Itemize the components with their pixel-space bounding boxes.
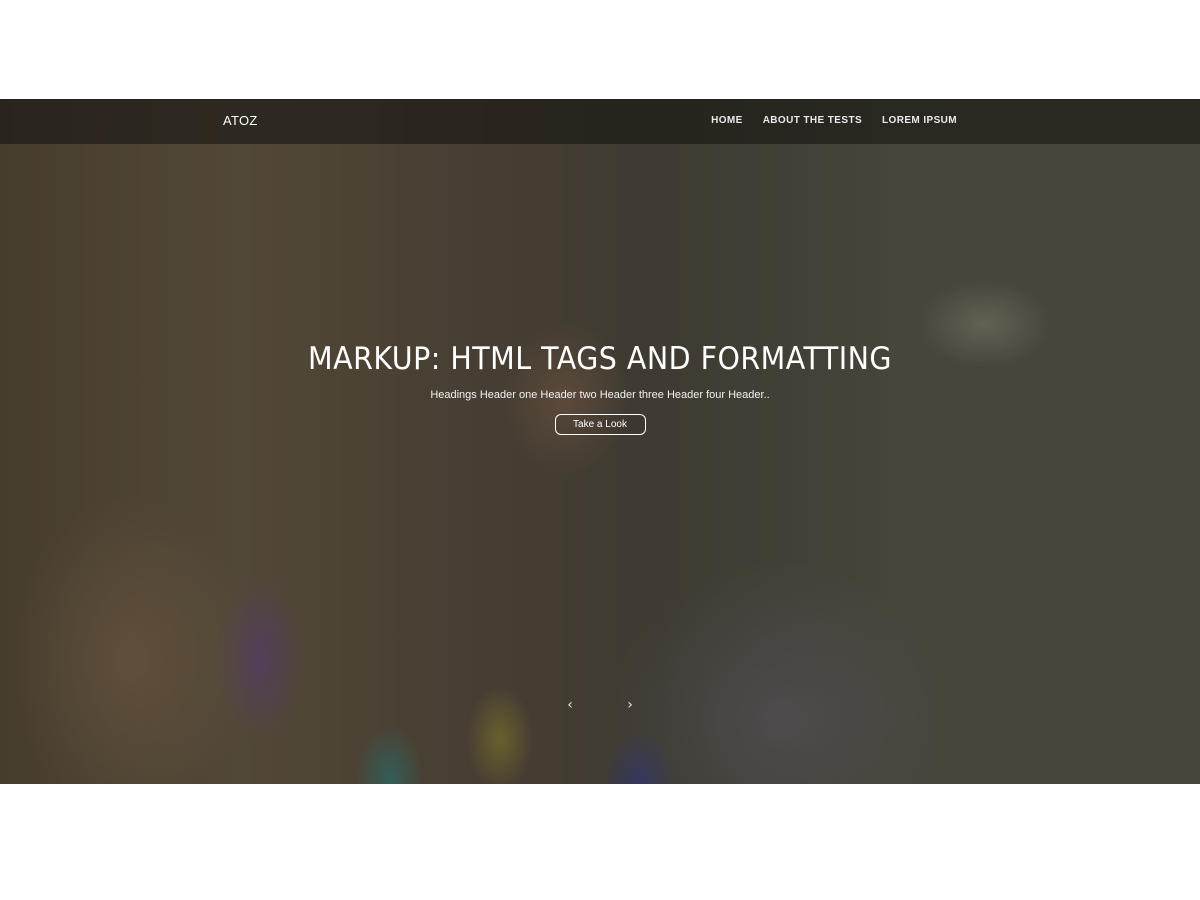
top-navbar: ATOZ HOME ABOUT THE TESTS LOREM IPSUM [0, 99, 1200, 144]
site-brand-link[interactable]: ATOZ [223, 113, 258, 128]
nav-link-home[interactable]: HOME [711, 115, 743, 126]
take-a-look-button[interactable]: Take a Look [554, 414, 646, 435]
nav-link-lorem-ipsum[interactable]: LOREM IPSUM [882, 115, 957, 126]
hero-slider: ATOZ HOME ABOUT THE TESTS LOREM IPSUM MA… [0, 99, 1200, 784]
slide-title[interactable]: MARKUP: HTML TAGS AND FORMATTING [48, 340, 1152, 378]
chevron-right-icon[interactable]: › [622, 697, 638, 713]
slide-excerpt: Headings Header one Header two Header th… [430, 389, 770, 401]
main-menu: HOME ABOUT THE TESTS LOREM IPSUM [711, 115, 957, 126]
chevron-left-icon[interactable]: ‹ [562, 697, 578, 713]
slide-caption: MARKUP: HTML TAGS AND FORMATTING Heading… [0, 340, 1200, 435]
nav-link-about-the-tests[interactable]: ABOUT THE TESTS [763, 115, 862, 126]
page: ATOZ HOME ABOUT THE TESTS LOREM IPSUM MA… [0, 0, 1200, 900]
hero-image-overlay [0, 99, 1200, 784]
